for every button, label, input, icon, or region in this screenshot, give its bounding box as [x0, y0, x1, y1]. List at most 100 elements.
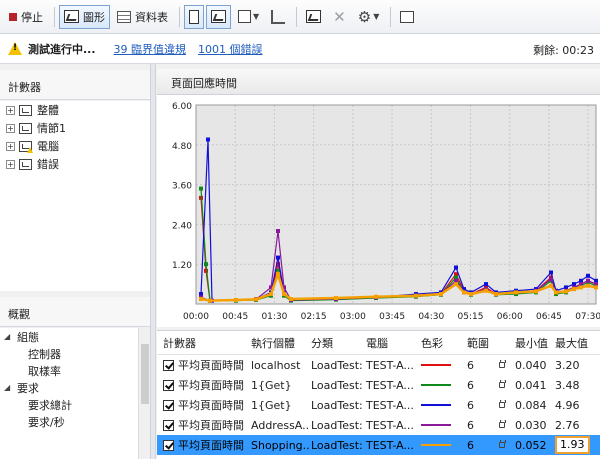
- lock-icon: [499, 420, 506, 428]
- legend-row[interactable]: 平均頁面時間 AddressA... LoadTest: TEST-A... 6 0.03…: [157, 415, 600, 435]
- scrollbar-thumb[interactable]: [141, 344, 149, 404]
- expand-icon[interactable]: +: [6, 123, 15, 133]
- computer-cell: TEST-A...: [366, 398, 414, 412]
- range-cell: 6: [467, 418, 474, 432]
- legend-row[interactable]: 平均頁面時間 1{Get} LoadTest: TEST-A... 6 0.084 4.96: [157, 395, 600, 415]
- series-color-swatch[interactable]: [421, 404, 451, 406]
- overview-group[interactable]: ◢ 組態: [0, 328, 150, 345]
- overview-scrollbar[interactable]: [138, 328, 150, 459]
- lock-cell: [499, 440, 515, 450]
- data-point: [514, 290, 518, 295]
- visibility-checkbox[interactable]: [163, 379, 174, 391]
- lock-icon: [499, 380, 506, 388]
- visibility-checkbox[interactable]: [163, 419, 174, 431]
- overview-item[interactable]: 控制器: [0, 345, 150, 362]
- category-cell: LoadTest:: [311, 398, 363, 412]
- color-cell[interactable]: [419, 424, 461, 426]
- col-header-counter[interactable]: 計數器: [157, 335, 249, 351]
- legend-row[interactable]: 平均頁面時間 Shopping... LoadTest: TEST-A... 6 0.05…: [157, 435, 600, 455]
- visibility-checkbox[interactable]: [163, 359, 174, 371]
- data-point: [534, 289, 538, 294]
- computer-cell: TEST-A...: [366, 378, 414, 392]
- add-graph-button[interactable]: [301, 5, 326, 29]
- data-point: [549, 277, 553, 282]
- min-cell: 0.041: [515, 378, 547, 392]
- toolbar-separator: [54, 6, 55, 27]
- col-header-color[interactable]: 色彩: [419, 335, 461, 351]
- graph-icon: [19, 104, 32, 116]
- single-panel-button[interactable]: [184, 4, 204, 29]
- show-counters-button[interactable]: [266, 5, 290, 29]
- overview-panel: ◢ 組態 控制器 取樣率 ◢ 要求 要求總計 要求/秒: [0, 328, 150, 459]
- color-cell[interactable]: [419, 444, 461, 446]
- collapse-icon[interactable]: ◢: [4, 383, 13, 392]
- graph-panel-button[interactable]: [206, 4, 231, 29]
- chevron-down-icon: ▼: [373, 12, 380, 21]
- col-header-min[interactable]: 最小值: [515, 335, 551, 351]
- max-value-editor[interactable]: 1.93: [555, 436, 590, 454]
- data-point: [204, 262, 208, 267]
- settings-dropdown-button[interactable]: ⚙ ▼: [353, 5, 385, 29]
- col-header-instance[interactable]: 執行個體: [249, 335, 309, 351]
- response-time-chart: 6.00 4.80 3.60 2.40 1.20 00:00 00:45 01:30 02:15…: [172, 102, 600, 322]
- y-tick-label: 2.40: [172, 221, 192, 231]
- panel-splitter[interactable]: [150, 64, 156, 459]
- visibility-checkbox[interactable]: [163, 439, 174, 451]
- range-cell: 6: [467, 378, 474, 392]
- export-button[interactable]: [395, 5, 419, 29]
- stop-label: 停止: [21, 10, 43, 24]
- max-cell[interactable]: 1.93: [551, 436, 591, 454]
- legend-row[interactable]: 平均頁面時間 localhost LoadTest: TEST-A... 6 0.040 3…: [157, 355, 600, 375]
- counter-tree-item[interactable]: + 情節1: [0, 119, 150, 137]
- legend-counter-cell: 平均頁面時間: [157, 417, 249, 433]
- color-cell[interactable]: [419, 404, 461, 406]
- visibility-checkbox[interactable]: [163, 399, 174, 411]
- graph-icon: [19, 122, 32, 134]
- min-cell: 0.052: [515, 438, 547, 452]
- category-cell: LoadTest:: [311, 358, 363, 372]
- legend-counter-cell: 平均頁面時間: [157, 397, 249, 413]
- counter-tree-item[interactable]: + 整體: [0, 101, 150, 119]
- category-cell: LoadTest:: [311, 438, 363, 452]
- expand-icon[interactable]: +: [6, 105, 15, 115]
- col-header-category[interactable]: 分類: [309, 335, 364, 351]
- col-header-max[interactable]: 最大值: [551, 335, 591, 351]
- category-cell: LoadTest:: [311, 378, 363, 392]
- table-view-button[interactable]: 資料表: [112, 5, 173, 29]
- counter-tree-item[interactable]: + 電腦: [0, 137, 150, 155]
- panel-layout-icon: [189, 9, 199, 24]
- overview-item[interactable]: 要求/秒: [0, 413, 150, 430]
- threshold-violations-link[interactable]: 39 臨界值違規: [114, 41, 187, 57]
- series-color-swatch[interactable]: [421, 364, 451, 366]
- counter-tree-item[interactable]: + 錯誤: [0, 155, 150, 173]
- data-point: [484, 288, 488, 293]
- expand-icon[interactable]: +: [6, 159, 15, 169]
- data-point: [276, 229, 280, 234]
- expand-icon[interactable]: +: [6, 141, 15, 151]
- x-tick-label: 04:30: [418, 312, 444, 322]
- color-cell[interactable]: [419, 364, 461, 366]
- overview-item[interactable]: 取樣率: [0, 362, 150, 379]
- color-cell[interactable]: [419, 384, 461, 386]
- layout-dropdown-button[interactable]: ▼: [233, 5, 264, 29]
- table-icon: [117, 10, 131, 23]
- col-header-computer[interactable]: 電腦: [364, 335, 419, 351]
- test-running-text: 測試進行中...: [28, 42, 96, 56]
- stop-button[interactable]: 停止: [4, 5, 48, 29]
- data-point: [234, 298, 238, 303]
- collapse-icon[interactable]: ◢: [4, 332, 13, 341]
- warning-icon: [8, 42, 22, 55]
- errors-link[interactable]: 1001 個錯誤: [198, 41, 263, 57]
- graph-icon: [19, 158, 32, 170]
- delete-button[interactable]: ✕: [328, 5, 351, 29]
- overview-group[interactable]: ◢ 要求: [0, 379, 150, 396]
- max-cell: 4.96: [555, 398, 580, 412]
- series-color-swatch[interactable]: [421, 424, 451, 426]
- col-header-range[interactable]: 範圍: [461, 335, 499, 351]
- legend-row[interactable]: 平均頁面時間 1{Get} LoadTest: TEST-A... 6 0.041 3.48: [157, 375, 600, 395]
- overview-item[interactable]: 要求總計: [0, 396, 150, 413]
- series-color-swatch[interactable]: [421, 444, 451, 446]
- series-color-swatch[interactable]: [421, 384, 451, 386]
- graph-view-button[interactable]: 圖形: [59, 4, 110, 29]
- counter-tree-label: 錯誤: [37, 158, 59, 171]
